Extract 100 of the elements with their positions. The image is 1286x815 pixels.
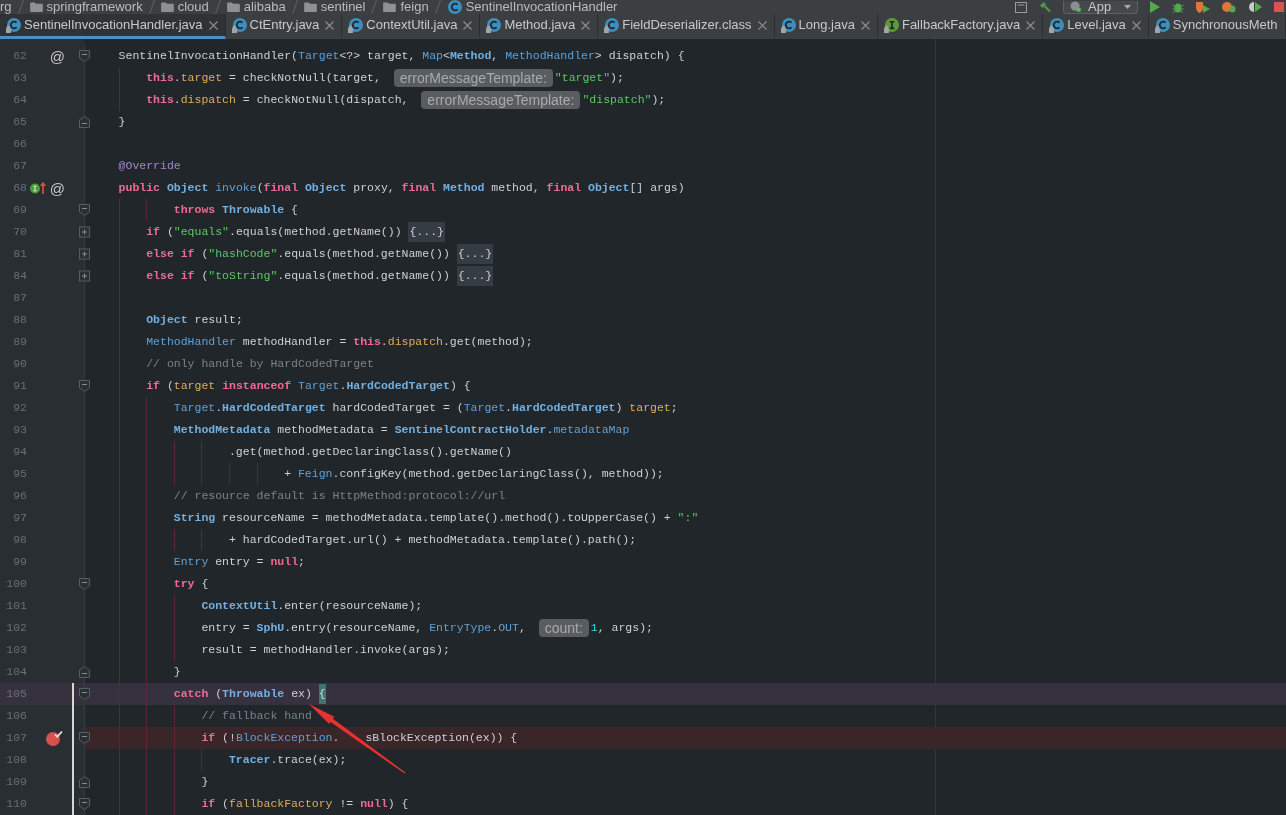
caret-down-icon bbox=[1124, 4, 1131, 9]
code-text: MethodMetadata methodMetadata = SentinelContractHolder.metadataMap bbox=[173, 422, 630, 438]
breadcrumb-item[interactable]: sentinel bbox=[303, 0, 366, 14]
close-icon[interactable] bbox=[1131, 20, 1141, 30]
folded-code-placeholder[interactable]: {...} bbox=[456, 244, 494, 264]
breadcrumb-item[interactable]: springframework bbox=[29, 0, 143, 14]
code-text: .get(method.getDeclaringClass().getName() bbox=[228, 444, 512, 460]
line-number: 88 bbox=[12, 312, 27, 329]
line-number: 69 bbox=[12, 202, 27, 219]
line-number: 64 bbox=[12, 92, 27, 109]
close-icon[interactable] bbox=[757, 20, 767, 30]
line-number: 102 bbox=[5, 620, 27, 637]
breadcrumb-item[interactable]: rg bbox=[0, 0, 12, 14]
fold-minus-icon[interactable] bbox=[79, 204, 90, 216]
breadcrumb-item[interactable]: SentinelInvocationHandler bbox=[446, 0, 618, 15]
breadcrumb-item[interactable]: feign bbox=[383, 0, 429, 14]
code-text: Target.HardCodedTarget hardCodedTarget = (Target.HardCodedTarget) target; bbox=[173, 400, 678, 416]
code-text: + Feign.configKey(method.getDeclaringClass(), method)); bbox=[284, 466, 664, 482]
breadcrumb-item[interactable]: cloud bbox=[160, 0, 209, 14]
line-number: 109 bbox=[5, 774, 27, 791]
code-text: if (fallbackFactory != null) { bbox=[201, 796, 409, 812]
parameter-hint: errorMessageTemplate: bbox=[421, 91, 581, 109]
close-icon[interactable] bbox=[1026, 20, 1036, 30]
code-text: try { bbox=[173, 576, 209, 592]
locked-class-icon bbox=[604, 17, 620, 33]
code-text: this.target = checkNotNull(target, bbox=[146, 70, 382, 86]
hammer-icon[interactable] bbox=[1039, 1, 1051, 13]
close-icon[interactable] bbox=[463, 20, 473, 30]
line-number: 90 bbox=[12, 356, 27, 373]
line-number: 94 bbox=[12, 444, 27, 461]
code-text: this.dispatch = checkNotNull(dispatch, bbox=[146, 92, 410, 108]
code-text: @Override bbox=[118, 158, 181, 174]
code-text: SentinelInvocationHandler(Target<?> target, Map<Method, MethodHandler> dispatch) { bbox=[118, 48, 685, 64]
line-number: 68 bbox=[12, 180, 27, 197]
fold-minus-icon[interactable] bbox=[79, 380, 90, 392]
code-text: "dispatch"); bbox=[582, 92, 666, 108]
code-text: MethodHandler methodHandler = this.dispatch.get(method); bbox=[146, 334, 533, 350]
parameter-hint: count: bbox=[538, 619, 589, 637]
code-text: catch (Throwable ex) bbox=[173, 686, 313, 702]
line-number: 105 bbox=[5, 686, 27, 703]
line-number: 62 bbox=[12, 48, 27, 65]
fold-minus-icon[interactable] bbox=[79, 578, 90, 590]
folded-code-placeholder[interactable]: {...} bbox=[408, 222, 445, 242]
at-sign-marker[interactable]: @ bbox=[49, 48, 65, 64]
line-number: 66 bbox=[12, 136, 27, 153]
editor-tab[interactable]: SentinelInvocationHandler.java bbox=[0, 14, 226, 39]
code-text: if (!BlockException. bbox=[201, 730, 340, 746]
at-sign-marker[interactable]: @ bbox=[49, 180, 65, 196]
code-text: else if ("toString".equals(method.getName()) bbox=[146, 268, 451, 284]
folder-icon bbox=[160, 2, 174, 12]
code-text: else if ("hashCode".equals(method.getName()) bbox=[146, 246, 451, 262]
code-comment: // fallback hand bbox=[201, 708, 312, 724]
fold-plus-icon[interactable] bbox=[79, 270, 90, 282]
slash-separator-icon bbox=[214, 0, 221, 14]
fold-minus-icon[interactable] bbox=[79, 666, 90, 678]
implements-arrow-icon[interactable] bbox=[29, 182, 46, 194]
slash-separator-icon bbox=[371, 0, 378, 14]
code-text: ContextUtil.enter(resourceName); bbox=[201, 598, 423, 614]
line-number: 107 bbox=[5, 730, 27, 747]
line-number: 97 bbox=[12, 510, 27, 527]
close-icon[interactable] bbox=[208, 20, 218, 30]
breadcrumb-item[interactable]: alibaba bbox=[226, 0, 286, 14]
code-text: } bbox=[201, 774, 209, 790]
folder-icon bbox=[383, 2, 397, 12]
two-circles-icon[interactable] bbox=[1222, 1, 1236, 13]
run-configuration-dropdown[interactable]: App bbox=[1063, 0, 1138, 14]
breakpoint-icon[interactable] bbox=[46, 730, 63, 746]
slash-separator-icon bbox=[17, 0, 24, 14]
fold-minus-icon[interactable] bbox=[79, 732, 90, 744]
bug-icon[interactable] bbox=[1172, 1, 1184, 13]
close-icon[interactable] bbox=[325, 20, 335, 30]
play-icon[interactable] bbox=[1150, 1, 1160, 13]
fold-minus-icon[interactable] bbox=[79, 116, 90, 128]
folded-code-placeholder[interactable]: {...} bbox=[456, 266, 494, 286]
line-number: 93 bbox=[12, 422, 27, 439]
code-text: result = methodHandler.invoke(args); bbox=[201, 642, 450, 658]
fold-minus-icon[interactable] bbox=[79, 776, 90, 788]
parameter-hint: errorMessageTemplate: bbox=[393, 69, 553, 87]
fold-minus-icon[interactable] bbox=[79, 50, 90, 62]
half-circle-play-icon[interactable] bbox=[1248, 1, 1262, 13]
code-comment: // only handle by HardCodedTarget bbox=[146, 356, 374, 372]
close-icon[interactable] bbox=[581, 20, 591, 30]
line-number: 104 bbox=[5, 664, 27, 681]
line-number: 63 bbox=[12, 70, 27, 87]
folder-icon bbox=[29, 2, 43, 12]
fold-minus-icon[interactable] bbox=[79, 688, 90, 700]
line-number: 108 bbox=[5, 752, 27, 769]
window-icon[interactable] bbox=[1015, 1, 1027, 13]
shield-play-icon[interactable] bbox=[1196, 1, 1210, 13]
line-number: 67 bbox=[12, 158, 27, 175]
line-number: 70 bbox=[12, 224, 27, 241]
fold-plus-icon[interactable] bbox=[79, 248, 90, 260]
folder-icon bbox=[226, 2, 240, 12]
close-icon[interactable] bbox=[860, 20, 870, 30]
locked-class-icon bbox=[486, 17, 502, 33]
line-number: 87 bbox=[12, 290, 27, 307]
line-number: 100 bbox=[5, 576, 27, 593]
fold-minus-icon[interactable] bbox=[79, 798, 90, 810]
fold-plus-icon[interactable] bbox=[79, 226, 90, 238]
locked-class-icon bbox=[348, 17, 364, 33]
